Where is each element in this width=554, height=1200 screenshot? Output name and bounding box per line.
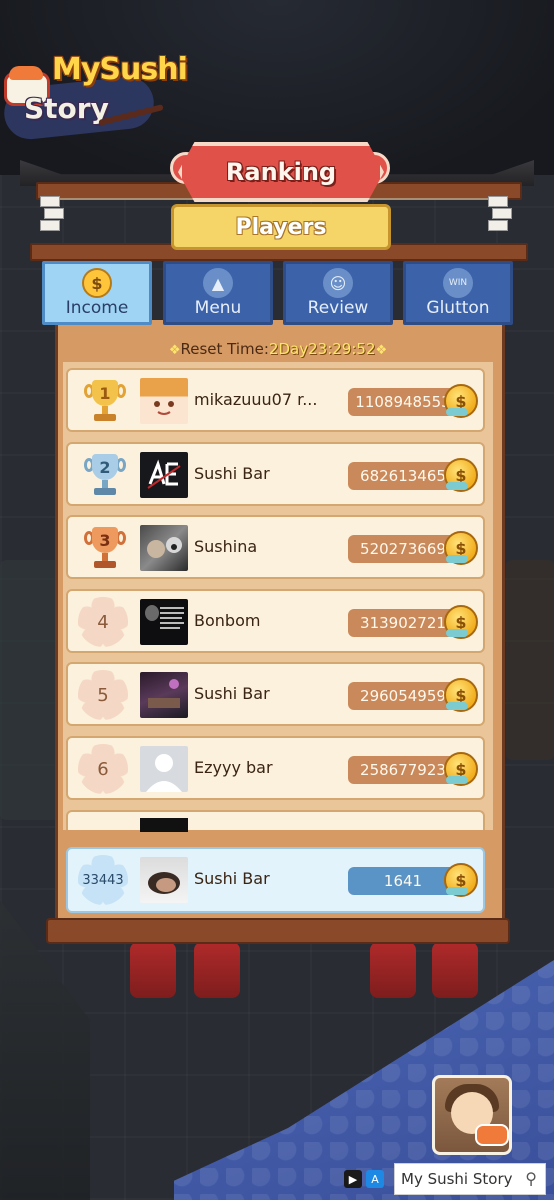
hand-icon [446, 629, 468, 637]
red-lantern-decoration [130, 942, 176, 998]
smiley-icon: ☺ [323, 268, 353, 298]
flower-badge-icon: 33443 [78, 855, 128, 905]
player-name: mikazuuu07 r... [194, 390, 318, 409]
players-category-button[interactable]: Players [171, 204, 391, 250]
player-name: Sushi Bar [194, 464, 270, 483]
paper-streamer-decoration [40, 196, 64, 240]
app-store-icon: A [366, 1170, 384, 1188]
win-stopwatch-icon: WIN [443, 268, 473, 298]
paper-streamer-decoration [488, 196, 512, 240]
rank-number: 1 [92, 380, 118, 406]
ranking-row[interactable]: 5 Sushi Bar 296054959 $ [66, 662, 485, 726]
avatar [140, 818, 188, 832]
reset-label: Reset Time: [180, 340, 269, 358]
my-player-name: Sushi Bar [194, 869, 270, 888]
rank-number: 6 [97, 758, 109, 780]
tab-menu[interactable]: ▲ Menu [163, 261, 273, 325]
tab-glutton[interactable]: WIN Glutton [403, 261, 513, 325]
cloche-icon: ▲ [203, 268, 233, 298]
rank-number: 4 [97, 611, 109, 633]
my-ranking-row[interactable]: 33443 Sushi Bar 1641 $ [66, 847, 485, 913]
player-name: Bonbom [194, 611, 261, 630]
store-icons: ▶ A [344, 1170, 384, 1188]
tab-income-label: Income [65, 298, 129, 318]
hand-icon [446, 482, 468, 490]
hand-icon [446, 408, 468, 416]
ranking-title-banner: Ranking [178, 142, 384, 202]
gold-trophy-icon: 1 [82, 378, 128, 424]
store-search-badge[interactable]: My Sushi Story ⚲ [394, 1163, 546, 1195]
bronze-trophy-icon: 3 [82, 525, 128, 571]
flower-badge-icon: 4 [78, 597, 128, 647]
tab-glutton-label: Glutton [426, 298, 490, 318]
chef-portrait-ad[interactable] [432, 1075, 512, 1155]
sushi-icon [475, 1124, 509, 1146]
hand-icon [446, 776, 468, 784]
ranking-row[interactable]: 4 Bonbom 313902721 $ [66, 589, 485, 653]
avatar[interactable] [140, 672, 188, 718]
player-name: Ezyyy bar [194, 758, 273, 777]
score-value: 258677923 [348, 756, 458, 784]
players-label: Players [235, 214, 327, 240]
tab-review[interactable]: ☺ Review [283, 261, 393, 325]
hand-icon [446, 702, 468, 710]
avatar[interactable] [140, 525, 188, 571]
default-avatar-icon[interactable] [140, 746, 188, 792]
ranking-row[interactable]: 6 Ezyyy bar 258677923 $ [66, 736, 485, 800]
right-shelf-background [506, 560, 554, 760]
my-rank-number: 33443 [82, 872, 124, 888]
avatar[interactable] [140, 378, 188, 424]
store-search-label: My Sushi Story [401, 1170, 513, 1188]
ranking-title: Ranking [225, 158, 337, 186]
red-lantern-decoration [194, 942, 240, 998]
reset-time-value: 2Day23:29:52 [268, 340, 376, 358]
flower-badge-icon: 6 [78, 744, 128, 794]
diamond-ornament-icon: ❖ [168, 343, 181, 358]
rank-number: 3 [92, 527, 118, 553]
score-value: 313902721 [348, 609, 458, 637]
score-value: 296054959 [348, 682, 458, 710]
ranking-row[interactable]: 1 mikazuuu07 r... 1108948553 $ [66, 368, 485, 432]
logo-text-line2: Story [24, 92, 109, 125]
hand-icon [446, 555, 468, 563]
left-shelf-background [0, 560, 60, 820]
google-play-icon: ▶ [344, 1170, 362, 1188]
ranking-row[interactable]: 2 Sushi Bar 682613465 $ [66, 442, 485, 506]
red-lantern-decoration [370, 942, 416, 998]
scroll-bottom-roller [46, 918, 510, 944]
reset-timer: ❖Reset Time:2Day23:29:52❖ [63, 340, 493, 362]
diamond-ornament-icon: ❖ [375, 343, 388, 358]
player-name: Sushina [194, 537, 258, 556]
tab-menu-label: Menu [194, 298, 242, 318]
logo-text-line1: MySushi [52, 52, 188, 87]
ranking-row-partial[interactable] [66, 810, 485, 832]
score-value: 520273669 [348, 535, 458, 563]
silver-trophy-icon: 2 [82, 452, 128, 498]
rank-number: 5 [97, 684, 109, 706]
score-value: 682613465 [348, 462, 458, 490]
rank-number: 2 [92, 454, 118, 480]
hand-icon [446, 887, 468, 895]
my-score-value: 1641 [348, 867, 458, 895]
avatar[interactable] [140, 599, 188, 645]
ranking-row[interactable]: 3 Sushina 520273669 $ [66, 515, 485, 579]
red-lantern-decoration [432, 942, 478, 998]
coin-hand-icon: $ [82, 268, 112, 298]
score-value: 1108948553 [348, 388, 458, 416]
flower-badge-icon: 5 [78, 670, 128, 720]
player-name: Sushi Bar [194, 684, 270, 703]
game-logo: MySushi Story [0, 48, 188, 143]
my-avatar[interactable] [140, 857, 188, 903]
tab-review-label: Review [307, 298, 369, 318]
tab-income[interactable]: $ Income [42, 261, 152, 325]
ranking-tabs: $ Income ▲ Menu ☺ Review WIN Glutton [42, 261, 518, 327]
avatar[interactable] [140, 452, 188, 498]
search-icon: ⚲ [525, 1169, 537, 1188]
